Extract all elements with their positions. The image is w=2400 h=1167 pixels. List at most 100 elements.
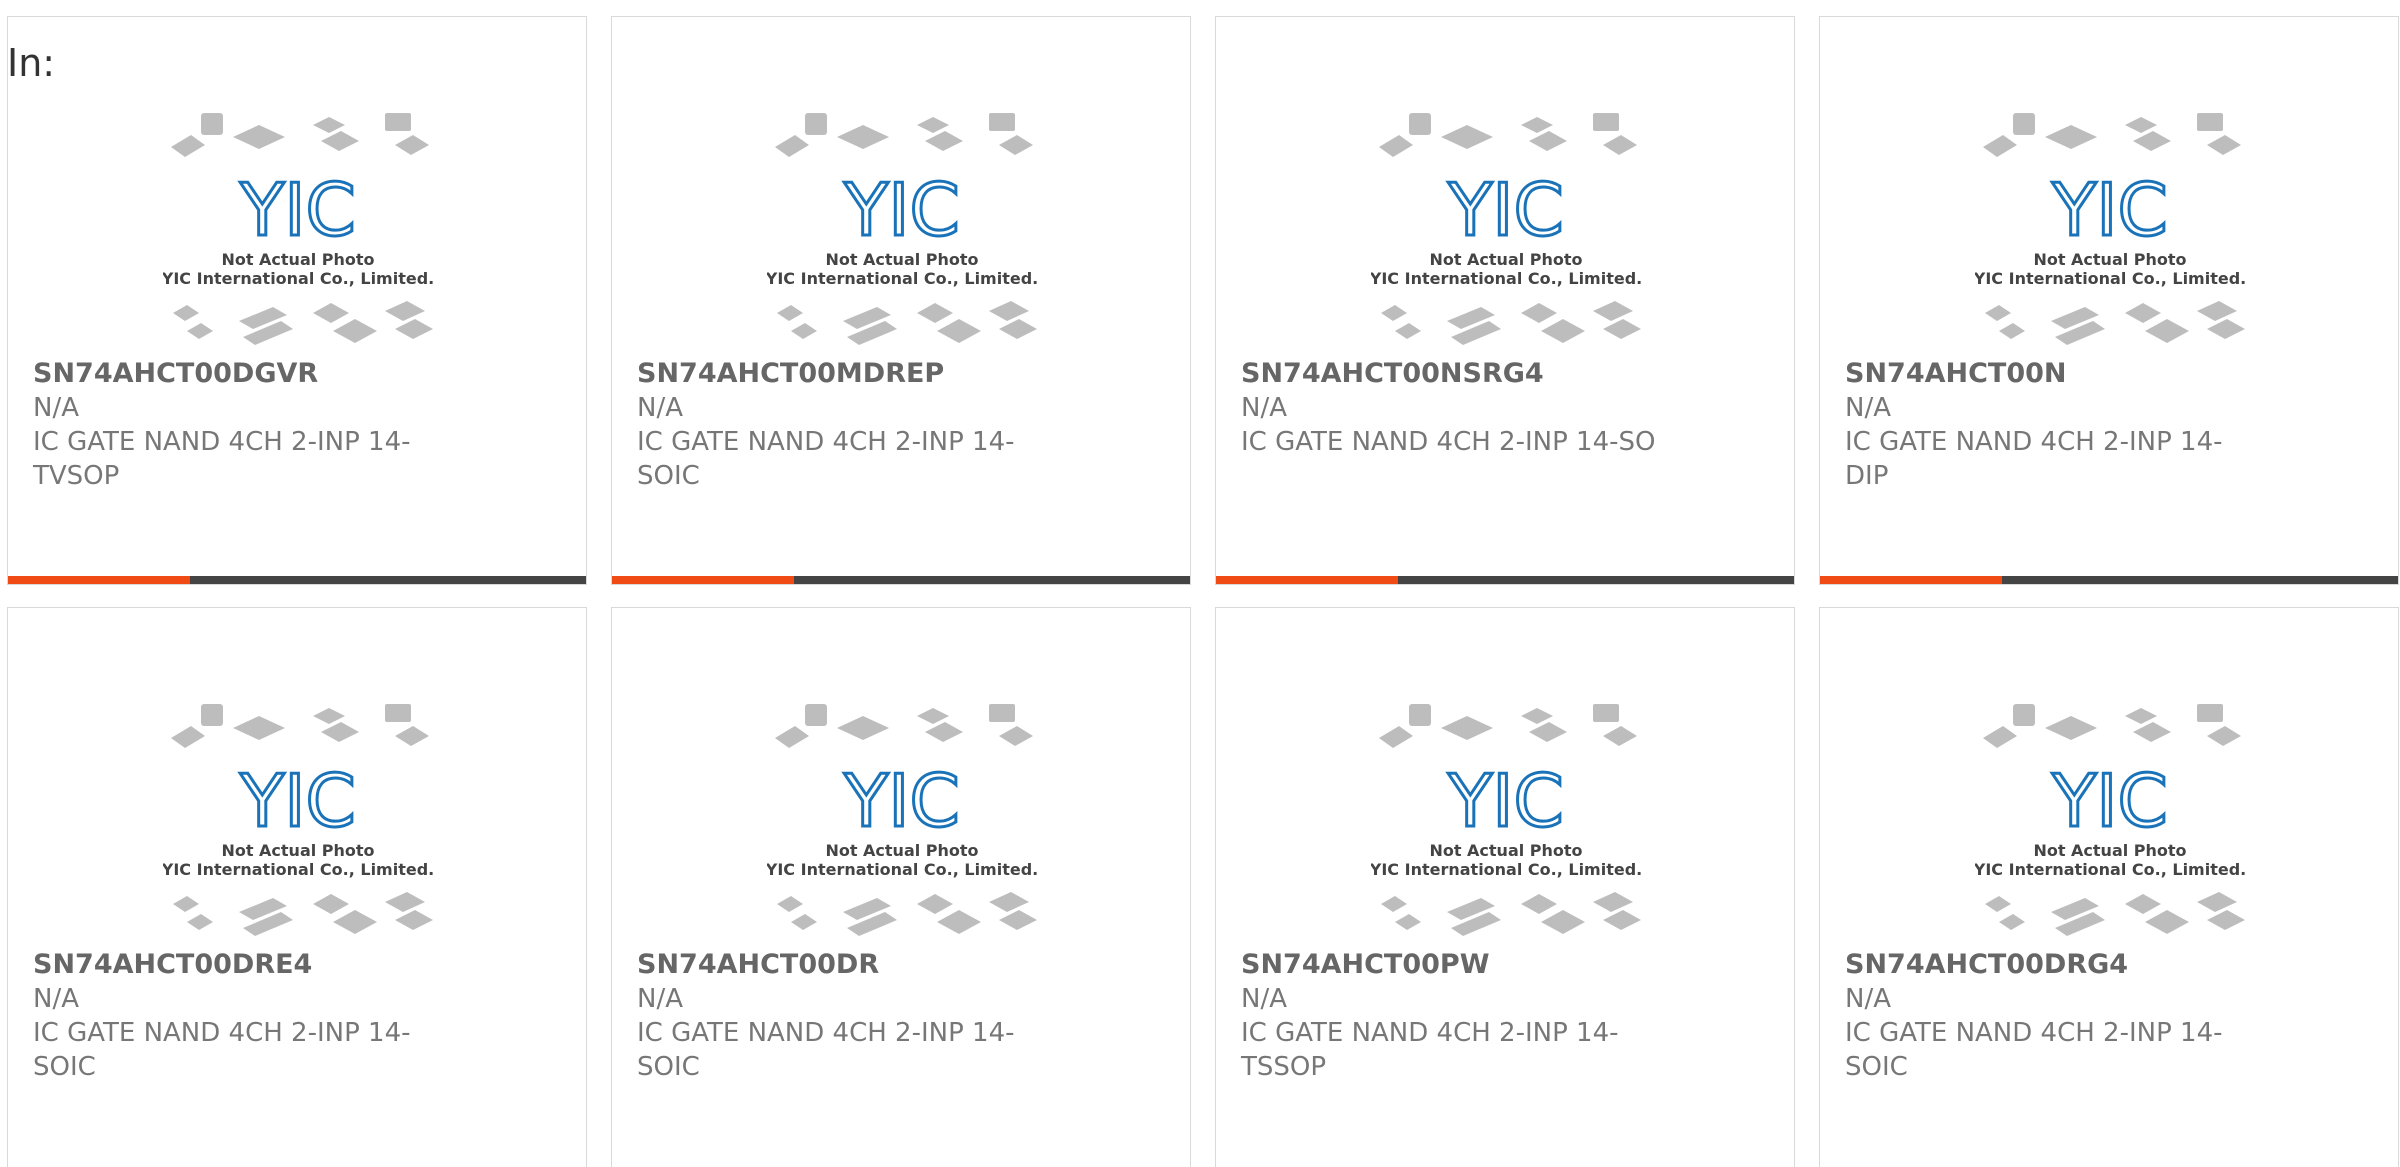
part-number[interactable]: SN74AHCT00DR xyxy=(637,948,1057,982)
card-bottom-bar xyxy=(1820,576,2398,584)
chip-icons-top xyxy=(1983,704,2241,748)
chip-icons-bottom xyxy=(777,301,1037,345)
description-line-2: TSSOP xyxy=(1241,1052,1327,1082)
yic-logo-icon: YIC xyxy=(239,759,356,843)
product-image: YIC Not Actual Photo YIC International C… xyxy=(767,113,1037,345)
description-line-1: IC GATE NAND 4CH 2-INP 14- xyxy=(637,1018,1015,1048)
chip-icons-bottom xyxy=(1381,301,1641,345)
chip-icons-top xyxy=(1983,113,2241,157)
in-label: In: xyxy=(7,41,56,85)
company-name-text: YIC International Co., Limited. xyxy=(1975,860,2245,879)
product-grid: YIC Not Actual Photo YIC International C… xyxy=(7,16,2399,1167)
product-image: YIC Not Actual Photo YIC International C… xyxy=(1975,113,2245,345)
product-info: SN74AHCT00NSRG4 N/A IC GATE NAND 4CH 2-I… xyxy=(1241,357,1661,459)
chip-icons-top xyxy=(171,704,429,748)
part-number[interactable]: SN74AHCT00NSRG4 xyxy=(1241,357,1661,391)
bar-dark xyxy=(190,576,586,584)
description-line-2: SOIC xyxy=(637,1052,700,1082)
company-name-text: YIC International Co., Limited. xyxy=(163,269,433,288)
part-number[interactable]: SN74AHCT00DRE4 xyxy=(33,948,453,982)
description-line-1: IC GATE NAND 4CH 2-INP 14-SO xyxy=(1241,427,1656,457)
manufacturer: N/A xyxy=(637,984,683,1014)
bar-accent xyxy=(8,576,190,584)
part-number[interactable]: SN74AHCT00N xyxy=(1845,357,2265,391)
manufacturer: N/A xyxy=(1845,984,1891,1014)
manufacturer: N/A xyxy=(33,393,79,423)
chip-icons-top xyxy=(775,704,1033,748)
product-info: SN74AHCT00DRG4 N/A IC GATE NAND 4CH 2-IN… xyxy=(1845,948,2265,1084)
product-image: YIC Not Actual Photo YIC International C… xyxy=(163,113,433,345)
not-actual-photo-text: Not Actual Photo xyxy=(221,250,374,269)
part-number[interactable]: SN74AHCT00MDREP xyxy=(637,357,1057,391)
manufacturer: N/A xyxy=(1241,984,1287,1014)
product-info: SN74AHCT00DRE4 N/A IC GATE NAND 4CH 2-IN… xyxy=(33,948,453,1084)
yic-logo-icon: YIC xyxy=(2051,168,2168,252)
yic-logo-icon: YIC xyxy=(843,759,960,843)
chip-icons-top xyxy=(1379,113,1637,157)
product-card[interactable]: YIC Not Actual Photo YIC International C… xyxy=(1215,607,1795,1167)
description-line-2: TVSOP xyxy=(33,461,120,491)
chip-icons-top xyxy=(775,113,1033,157)
description-line-1: IC GATE NAND 4CH 2-INP 14- xyxy=(1241,1018,1619,1048)
company-name-text: YIC International Co., Limited. xyxy=(1371,269,1641,288)
product-card[interactable]: YIC Not Actual Photo YIC International C… xyxy=(611,607,1191,1167)
not-actual-photo-text: Not Actual Photo xyxy=(2033,841,2186,860)
manufacturer: N/A xyxy=(637,393,683,423)
description-line-2: SOIC xyxy=(33,1052,96,1082)
chip-icons-bottom xyxy=(1985,892,2245,936)
chip-icons-bottom xyxy=(173,301,433,345)
product-info: SN74AHCT00N N/A IC GATE NAND 4CH 2-INP 1… xyxy=(1845,357,2265,493)
company-name-text: YIC International Co., Limited. xyxy=(767,269,1037,288)
description-line-2: SOIC xyxy=(637,461,700,491)
description-line-2: SOIC xyxy=(1845,1052,1908,1082)
description-line-1: IC GATE NAND 4CH 2-INP 14- xyxy=(33,427,411,457)
yic-logo-icon: YIC xyxy=(1447,759,1564,843)
chip-icons-bottom xyxy=(1985,301,2245,345)
company-name-text: YIC International Co., Limited. xyxy=(767,860,1037,879)
company-name-text: YIC International Co., Limited. xyxy=(163,860,433,879)
not-actual-photo-text: Not Actual Photo xyxy=(825,841,978,860)
not-actual-photo-text: Not Actual Photo xyxy=(1429,250,1582,269)
product-card[interactable]: YIC Not Actual Photo YIC International C… xyxy=(611,16,1191,585)
card-bottom-bar xyxy=(612,576,1190,584)
yic-logo-icon: YIC xyxy=(2051,759,2168,843)
product-info: SN74AHCT00DGVR N/A IC GATE NAND 4CH 2-IN… xyxy=(33,357,453,493)
product-image: YIC Not Actual Photo YIC International C… xyxy=(163,704,433,936)
bar-dark xyxy=(2002,576,2398,584)
description-line-1: IC GATE NAND 4CH 2-INP 14- xyxy=(1845,1018,2223,1048)
chip-icons-top xyxy=(171,113,429,157)
product-card[interactable]: YIC Not Actual Photo YIC International C… xyxy=(7,607,587,1167)
card-bottom-bar xyxy=(8,576,586,584)
part-number[interactable]: SN74AHCT00PW xyxy=(1241,948,1661,982)
bar-accent xyxy=(1820,576,2002,584)
manufacturer: N/A xyxy=(33,984,79,1014)
manufacturer: N/A xyxy=(1241,393,1287,423)
product-info: SN74AHCT00PW N/A IC GATE NAND 4CH 2-INP … xyxy=(1241,948,1661,1084)
product-image: YIC Not Actual Photo YIC International C… xyxy=(1371,113,1641,345)
not-actual-photo-text: Not Actual Photo xyxy=(1429,841,1582,860)
product-card[interactable]: YIC Not Actual Photo YIC International C… xyxy=(1215,16,1795,585)
yic-logo-icon: YIC xyxy=(239,168,356,252)
product-listing-page: YIC Not Actual Photo YIC International C… xyxy=(0,0,2400,1167)
yic-logo-icon: YIC xyxy=(843,168,960,252)
product-info: SN74AHCT00MDREP N/A IC GATE NAND 4CH 2-I… xyxy=(637,357,1057,493)
description-line-1: IC GATE NAND 4CH 2-INP 14-DIP xyxy=(1845,427,2223,491)
product-card[interactable]: YIC Not Actual Photo YIC International C… xyxy=(1819,16,2399,585)
not-actual-photo-text: Not Actual Photo xyxy=(2033,250,2186,269)
not-actual-photo-text: Not Actual Photo xyxy=(825,250,978,269)
product-image: YIC Not Actual Photo YIC International C… xyxy=(767,704,1037,936)
manufacturer: N/A xyxy=(1845,393,1891,423)
chip-icons-bottom xyxy=(173,892,433,936)
chip-icons-top xyxy=(1379,704,1637,748)
product-image: YIC Not Actual Photo YIC International C… xyxy=(1975,704,2245,936)
part-number[interactable]: SN74AHCT00DGVR xyxy=(33,357,453,391)
description-line-1: IC GATE NAND 4CH 2-INP 14- xyxy=(33,1018,411,1048)
chip-icons-bottom xyxy=(1381,892,1641,936)
card-bottom-bar xyxy=(1216,576,1794,584)
product-card[interactable]: YIC Not Actual Photo YIC International C… xyxy=(7,16,587,585)
not-actual-photo-text: Not Actual Photo xyxy=(221,841,374,860)
part-number[interactable]: SN74AHCT00DRG4 xyxy=(1845,948,2265,982)
bar-dark xyxy=(794,576,1190,584)
product-card[interactable]: YIC Not Actual Photo YIC International C… xyxy=(1819,607,2399,1167)
company-name-text: YIC International Co., Limited. xyxy=(1975,269,2245,288)
